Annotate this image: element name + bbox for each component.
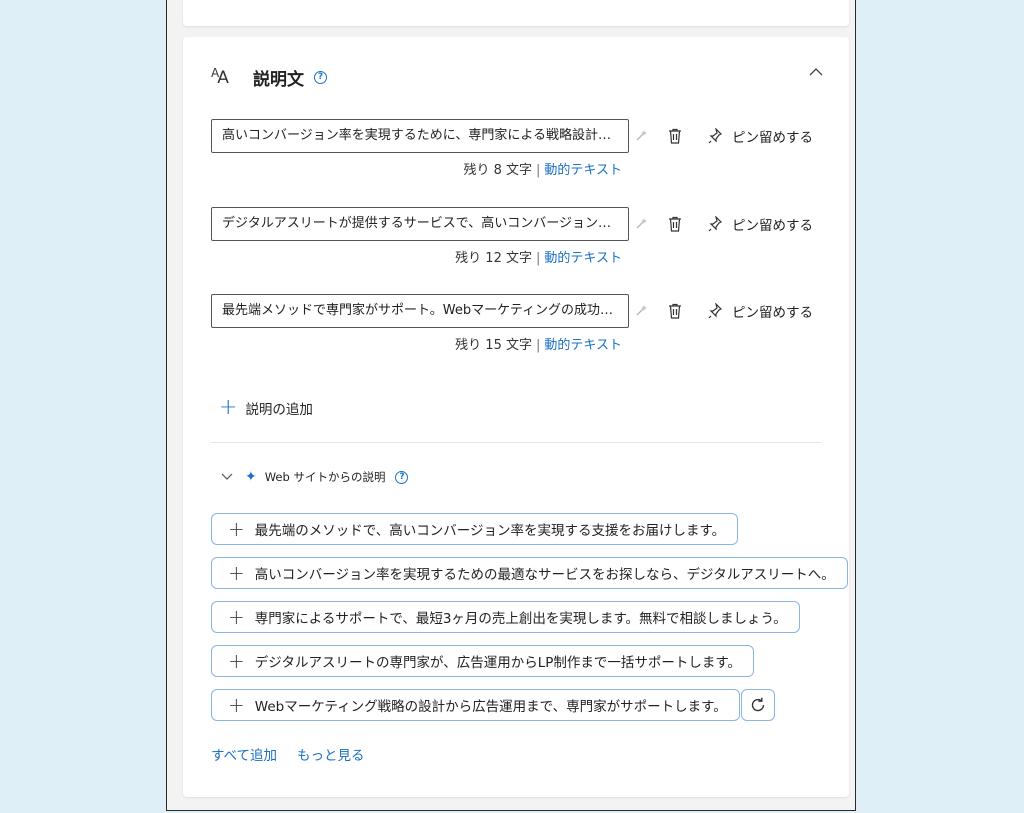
help-icon[interactable]: ? (395, 470, 409, 484)
description-input[interactable]: 高いコンバージョン率を実現するために、専門家による戦略設計… (211, 119, 629, 153)
suggestion-text: 専門家によるサポートで、最短3ヶ月の売上創出を実現します。無料で相談しましょう。 (254, 611, 787, 627)
dynamic-text-link[interactable]: 動的テキスト (544, 163, 622, 178)
plus-icon: + (228, 517, 245, 541)
text-size-icon: AA (211, 66, 229, 88)
divider (211, 442, 821, 443)
pin-button[interactable]: ピン留めする (708, 214, 813, 234)
refresh-button[interactable] (741, 689, 775, 721)
plus-icon: + (219, 395, 238, 420)
suggestion-chip[interactable]: + 最先端のメソッドで、高いコンバージョン率を実現する支援をお届けします。 (211, 513, 739, 545)
suggestion-text: 最先端のメソッドで、高いコンバージョン率を実現する支援をお届けします。 (254, 523, 726, 539)
trash-icon[interactable] (668, 303, 682, 319)
sparkle-icon: ✦ (245, 469, 257, 485)
add-all-link[interactable]: すべて追加 (211, 744, 277, 764)
char-counter: 残り 8 文字 | 動的テキスト (463, 163, 622, 178)
remaining-chars: 残り 12 文字 (455, 251, 532, 266)
pin-icon (708, 303, 722, 319)
ai-rewrite-icon[interactable] (635, 303, 649, 317)
pin-label: ピン留めする (732, 130, 813, 146)
pin-icon (708, 216, 722, 232)
help-icon[interactable]: ? (314, 70, 327, 84)
ai-rewrite-icon[interactable] (635, 128, 649, 142)
char-counter: 残り 15 文字 | 動的テキスト (455, 338, 622, 353)
pin-label: ピン留めする (732, 218, 813, 234)
pin-button[interactable]: ピン留めする (708, 126, 813, 146)
description-row: 最先端メソッドで専門家がサポート。Webマーケティングの成功を… ピン留めする … (211, 294, 851, 356)
section-header: AA 説明文 ? (211, 61, 327, 93)
refresh-icon (751, 697, 765, 712)
remaining-chars: 残り 8 文字 (463, 163, 532, 178)
suggestion-chip[interactable]: + Webマーケティング戦略の設計から広告運用まで、専門家がサポートします。 (211, 689, 740, 721)
suggestion-text: 高いコンバージョン率を実現するための最適なサービスをお探しなら、デジタルアスリー… (254, 567, 835, 583)
pin-button[interactable]: ピン留めする (708, 301, 813, 321)
suggestions-header[interactable]: ✦ Web サイトからの説明 ? (221, 469, 409, 485)
see-more-link[interactable]: もっと見る (297, 744, 365, 764)
chevron-down-icon (221, 473, 233, 480)
plus-icon: + (228, 693, 245, 717)
suggestion-actions: すべて追加 もっと見る (211, 744, 365, 764)
suggestion-chip[interactable]: + デジタルアスリートの専門家が、広告運用からLP制作まで一括サポートします。 (211, 645, 755, 677)
ai-rewrite-icon[interactable] (635, 216, 649, 230)
pin-icon (708, 128, 722, 144)
char-counter: 残り 12 文字 | 動的テキスト (455, 251, 622, 266)
chevron-up-icon[interactable] (809, 65, 823, 79)
add-description-button[interactable]: + 説明の追加 (219, 397, 313, 419)
dynamic-text-link[interactable]: 動的テキスト (544, 338, 622, 353)
suggestion-text: Webマーケティング戦略の設計から広告運用まで、専門家がサポートします。 (254, 699, 727, 715)
trash-icon[interactable] (668, 128, 682, 144)
suggestion-text: デジタルアスリートの専門家が、広告運用からLP制作まで一括サポートします。 (254, 655, 742, 671)
description-input[interactable]: 最先端メソッドで専門家がサポート。Webマーケティングの成功を… (211, 294, 629, 328)
dynamic-text-link[interactable]: 動的テキスト (544, 251, 622, 266)
description-row: デジタルアスリートが提供するサービスで、高いコンバージョン率を… ピン留めする … (211, 207, 851, 269)
remaining-chars: 残り 15 文字 (455, 338, 532, 353)
pin-label: ピン留めする (732, 305, 813, 321)
suggestions-title: Web サイトからの説明 (264, 470, 386, 484)
suggestion-chip[interactable]: + 高いコンバージョン率を実現するための最適なサービスをお探しなら、デジタルアス… (211, 557, 848, 589)
add-description-label: 説明の追加 (245, 402, 313, 418)
plus-icon: + (228, 605, 245, 629)
description-row: 高いコンバージョン率を実現するために、専門家による戦略設計… ピン留めする 残り… (211, 119, 851, 181)
suggestion-chip[interactable]: + 専門家によるサポートで、最短3ヶ月の売上創出を実現します。無料で相談しましょ… (211, 601, 800, 633)
trash-icon[interactable] (668, 216, 682, 232)
previous-card (183, 0, 849, 26)
description-card: AA 説明文 ? 高いコンバージョン率を実現するために、専門家による戦略設計… … (183, 37, 849, 797)
plus-icon: + (228, 561, 245, 585)
section-title: 説明文 (253, 69, 304, 90)
description-input[interactable]: デジタルアスリートが提供するサービスで、高いコンバージョン率を… (211, 207, 629, 241)
plus-icon: + (228, 649, 245, 673)
